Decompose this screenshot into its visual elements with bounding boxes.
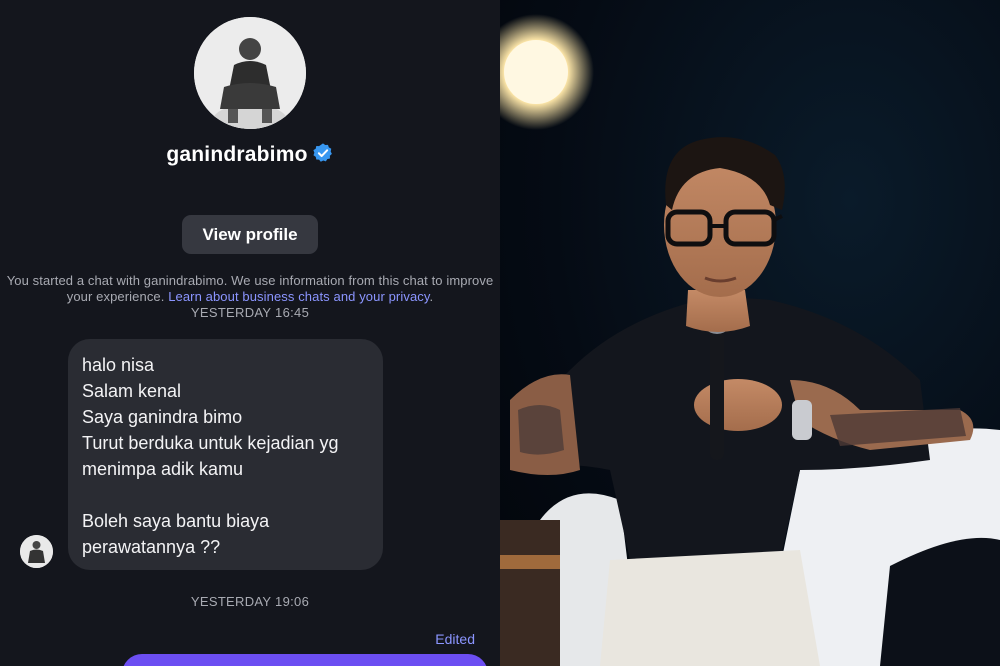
profile-avatar[interactable] <box>194 17 306 129</box>
timestamp-second: YESTERDAY 19:06 <box>190 594 310 609</box>
username-row: ganindrabimo <box>0 142 500 170</box>
speaker-photo <box>500 0 1000 666</box>
privacy-link[interactable]: Learn about business chats and your priv… <box>168 289 429 304</box>
timestamp-first: YESTERDAY 16:45 <box>190 305 310 320</box>
verified-badge-icon <box>312 142 334 170</box>
chat-panel: ganindrabimo View profile You started a … <box>0 0 500 666</box>
view-profile-button[interactable]: View profile <box>182 215 318 254</box>
edited-label: Edited <box>435 631 475 647</box>
username[interactable]: ganindrabimo <box>166 143 307 166</box>
chat-disclaimer: You started a chat with ganindrabimo. We… <box>6 273 494 304</box>
sent-message-bubble[interactable] <box>122 654 488 666</box>
sender-avatar[interactable] <box>20 535 53 568</box>
received-message-bubble[interactable]: halo nisa Salam kenal Saya ganindra bimo… <box>68 339 383 570</box>
